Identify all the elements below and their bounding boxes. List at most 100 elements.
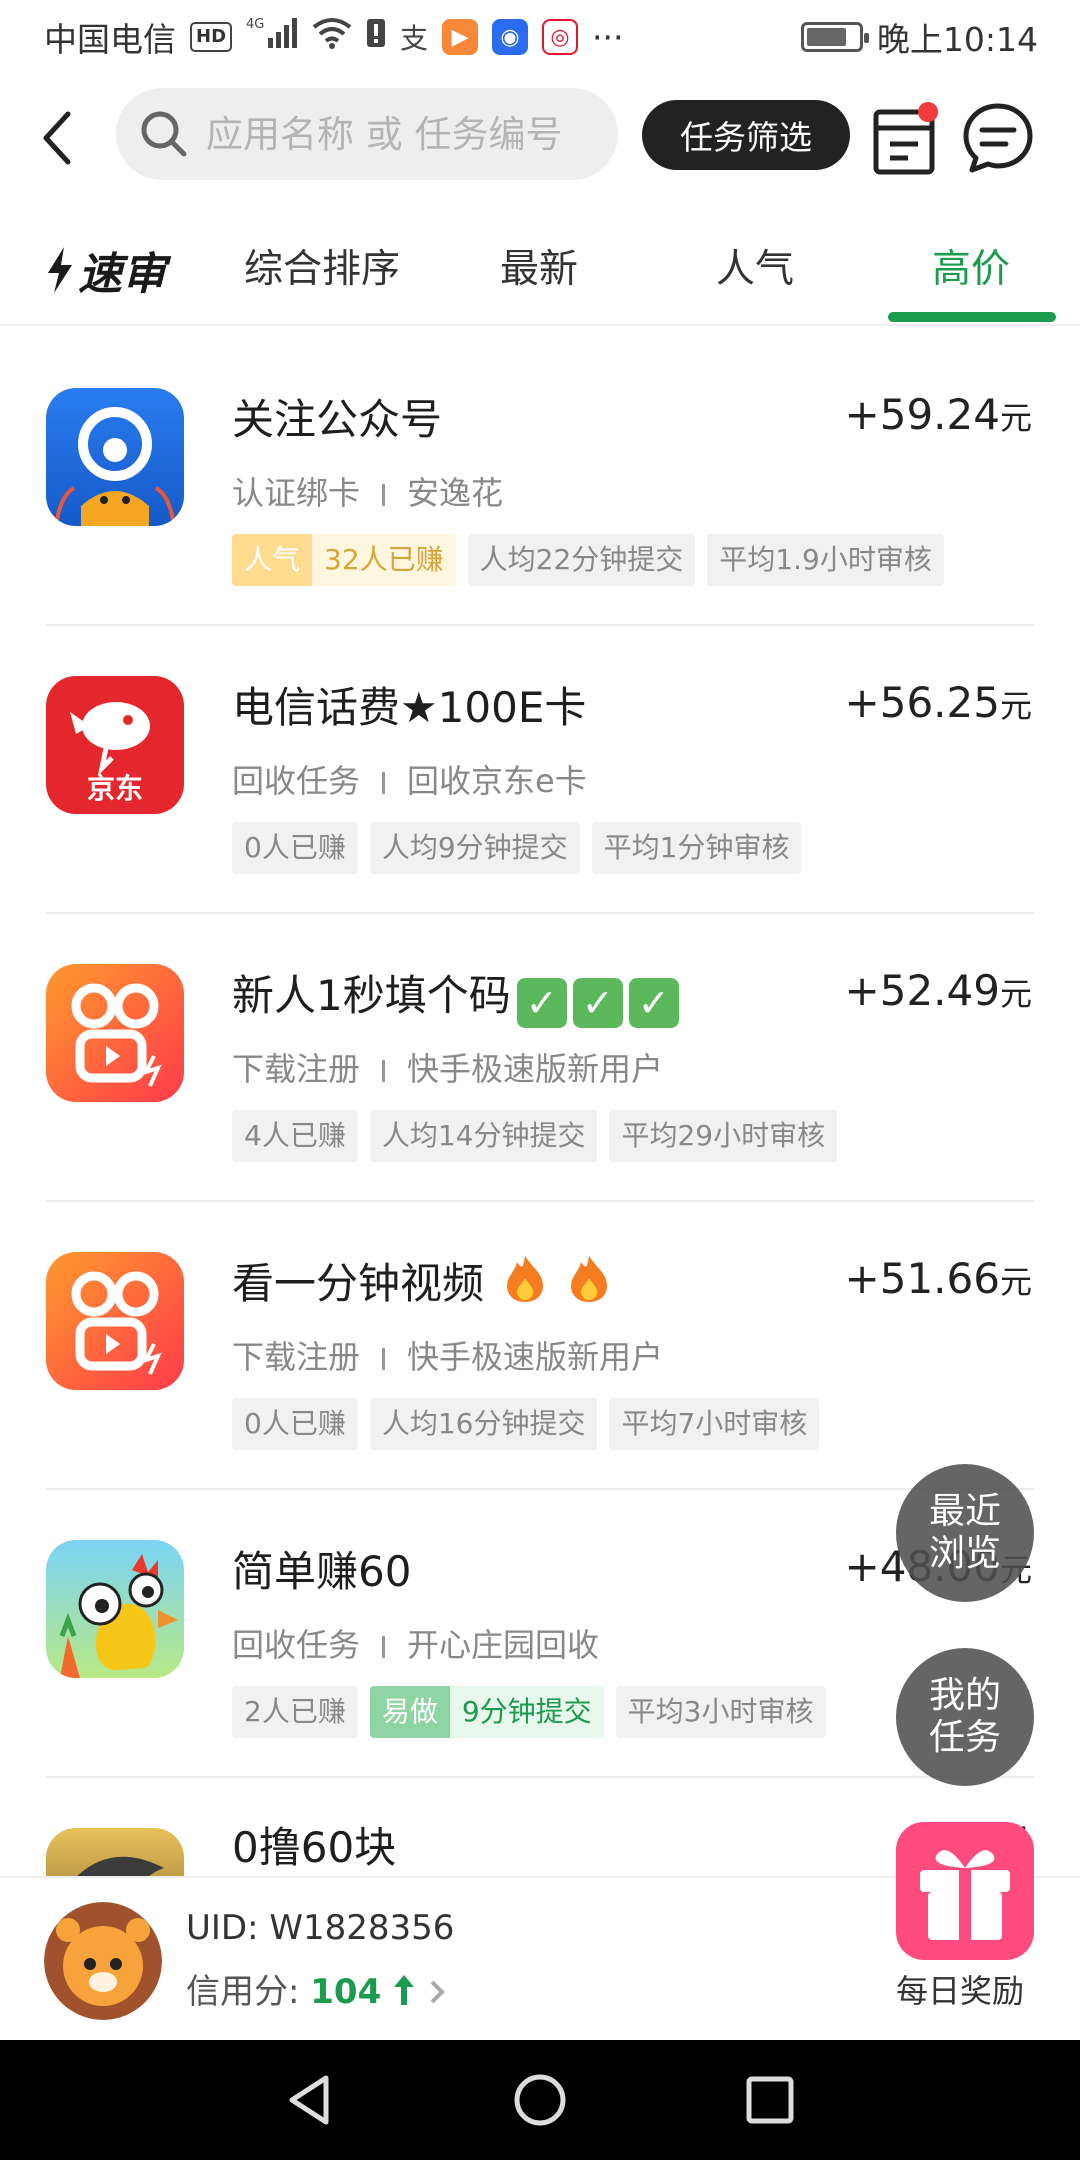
earned-count-tag: 2人已赚 [232,1686,358,1738]
task-title: 简单赚60 [232,1547,412,1596]
credit-value: 104 [310,1972,382,2012]
task-title-text: 看一分钟视频 [232,1259,485,1308]
task-price: +56.25元 [845,678,1032,727]
separator [382,1636,386,1658]
task-tags: 0人已赚 人均9分钟提交 平均1分钟审核 [232,822,802,874]
battery-icon [800,22,869,52]
task-category: 下载注册 [232,1050,361,1088]
task-price: +52.49元 [845,966,1032,1015]
nav-back-icon[interactable] [280,2070,340,2130]
price-value: +59.24 [844,390,1000,439]
task-item[interactable]: 看一分钟视频 下载注册 快手极速版新用户 +51.66元 0人已赚 人均16分钟提… [0,1202,1080,1490]
anyihua-icon [46,388,184,526]
price-unit: 元 [999,687,1032,725]
message-icon[interactable] [962,102,1034,174]
task-app: 快手极速版新用户 [407,1338,664,1376]
fire-emoji-icon [507,1256,544,1302]
task-tags: 4人已赚 人均14分钟提交 平均29小时审核 [232,1110,838,1162]
gift-icon[interactable] [896,1822,1034,1960]
system-nav-bar [0,2040,1080,2160]
task-item[interactable]: 新人1秒填个码 ✓ ✓ ✓ 下载注册 快手极速版新用户 +52.49元 4人已赚 人均1… [0,914,1080,1202]
easy-tag: 易做 9分钟提交 [369,1686,604,1738]
avatar[interactable] [44,1902,162,2020]
task-subtitle: 回收任务 开心庄园回收 [232,1620,599,1666]
submit-time-tag: 人均16分钟提交 [369,1398,598,1450]
task-price: +51.66元 [845,1254,1032,1303]
signal-icon: 4G [246,16,298,58]
dragon-game-icon [46,1828,184,1876]
weibo-icon: ◎ [542,19,579,55]
status-left: 中国电信 HD 4G 支 ▶ ◉ ◎ ··· [44,13,624,61]
hd-badge: HD [190,22,233,52]
price-unit: 元 [999,399,1032,437]
tab-comprehensive[interactable]: 综合排序 [244,238,400,294]
task-subtitle: 下载注册 快手极速版新用户 [232,1044,663,1090]
check-emoji-icon: ✓ [628,978,679,1028]
recent-browse-button[interactable]: 最近 浏览 [896,1464,1034,1602]
task-app: 回收京东e卡 [407,762,587,800]
earned-count-tag: 0人已赚 [232,822,358,874]
task-list-icon[interactable] [872,100,940,176]
play-icon: ▶ [442,19,479,55]
task-tags: 0人已赚 人均16分钟提交 平均7小时审核 [232,1398,820,1450]
bulb-icon: ◉ [492,19,529,55]
separator [382,772,386,794]
popular-tag: 人气 32人已赚 [232,534,456,586]
earned-count-tag: 0人已赚 [232,1398,358,1450]
separator [382,484,386,506]
daily-reward-label[interactable]: 每日奖励 [896,1966,1046,2012]
review-time-tag: 平均3小时审核 [615,1686,826,1738]
task-title-text: 新人1秒填个码 [232,971,511,1020]
review-time-tag: 平均1.9小时审核 [707,534,944,586]
carrier-label: 中国电信 [44,20,176,59]
easy-tag-label: 易做 [369,1686,450,1738]
alert-icon [366,17,386,57]
jd-icon-text: 京东 [87,772,143,805]
price-unit: 元 [999,975,1032,1013]
popular-tag-label: 人气 [232,534,313,586]
tab-latest[interactable]: 最新 [500,238,578,294]
submit-time-tag: 人均14分钟提交 [369,1110,598,1162]
search-header: 任务筛选 [0,74,1080,198]
tab-high-price[interactable]: 高价 [932,238,1010,294]
task-title: 关注公众号 [232,395,443,444]
credit-score[interactable]: 信用分: 104 [186,1964,447,2013]
nav-home-icon[interactable] [510,2070,570,2130]
quick-review-logo[interactable]: 速审 [44,238,166,302]
status-right: 晚上10:14 [800,13,1038,61]
kuaishou-icon [46,964,184,1102]
task-filter-button[interactable]: 任务筛选 [642,100,850,170]
task-subtitle: 下载注册 快手极速版新用户 [232,1332,663,1378]
search-input[interactable] [206,112,606,156]
task-item[interactable]: 京东 电信话费★100E卡 回收任务 回收京东e卡 +56.25元 0人已赚 人均… [0,626,1080,914]
task-app: 安逸花 [407,474,504,512]
task-item[interactable]: 关注公众号 认证绑卡 安逸花 +59.24元 人气 32人已赚 人均22分钟提交 平… [0,338,1080,626]
back-arrow-icon[interactable] [38,108,78,168]
alipay-icon: 支 [400,22,429,55]
credit-label: 信用分: [186,1972,311,2012]
task-title: 电信话费★100E卡 [232,683,587,732]
submit-time-tag: 人均22分钟提交 [467,534,696,586]
my-tasks-button[interactable]: 我的 任务 [896,1648,1034,1786]
price-value: +56.25 [844,678,1000,727]
nav-recents-icon[interactable] [740,2070,800,2130]
popular-tag-count: 32人已赚 [312,534,456,586]
fire-emoji-icon [570,1256,607,1302]
task-title: 看一分钟视频 [232,1250,611,1311]
separator [382,1348,386,1370]
task-subtitle: 回收任务 回收京东e卡 [232,756,587,802]
active-tab-indicator [888,312,1056,322]
easy-tag-time: 9分钟提交 [449,1686,604,1738]
tab-popular[interactable]: 人气 [716,238,794,294]
search-box[interactable] [116,88,618,180]
happy-farm-icon [46,1540,184,1678]
status-bar: 中国电信 HD 4G 支 ▶ ◉ ◎ ··· 晚上10:14 [0,0,1080,74]
more-notifications: ··· [592,17,624,57]
separator [382,1060,386,1082]
search-icon [141,111,187,157]
chevron-right-icon [430,1980,445,2004]
price-unit: 元 [999,1263,1032,1301]
lightning-icon [48,247,72,293]
task-subtitle: 认证绑卡 安逸花 [232,468,503,514]
jd-icon: 京东 [46,676,184,814]
